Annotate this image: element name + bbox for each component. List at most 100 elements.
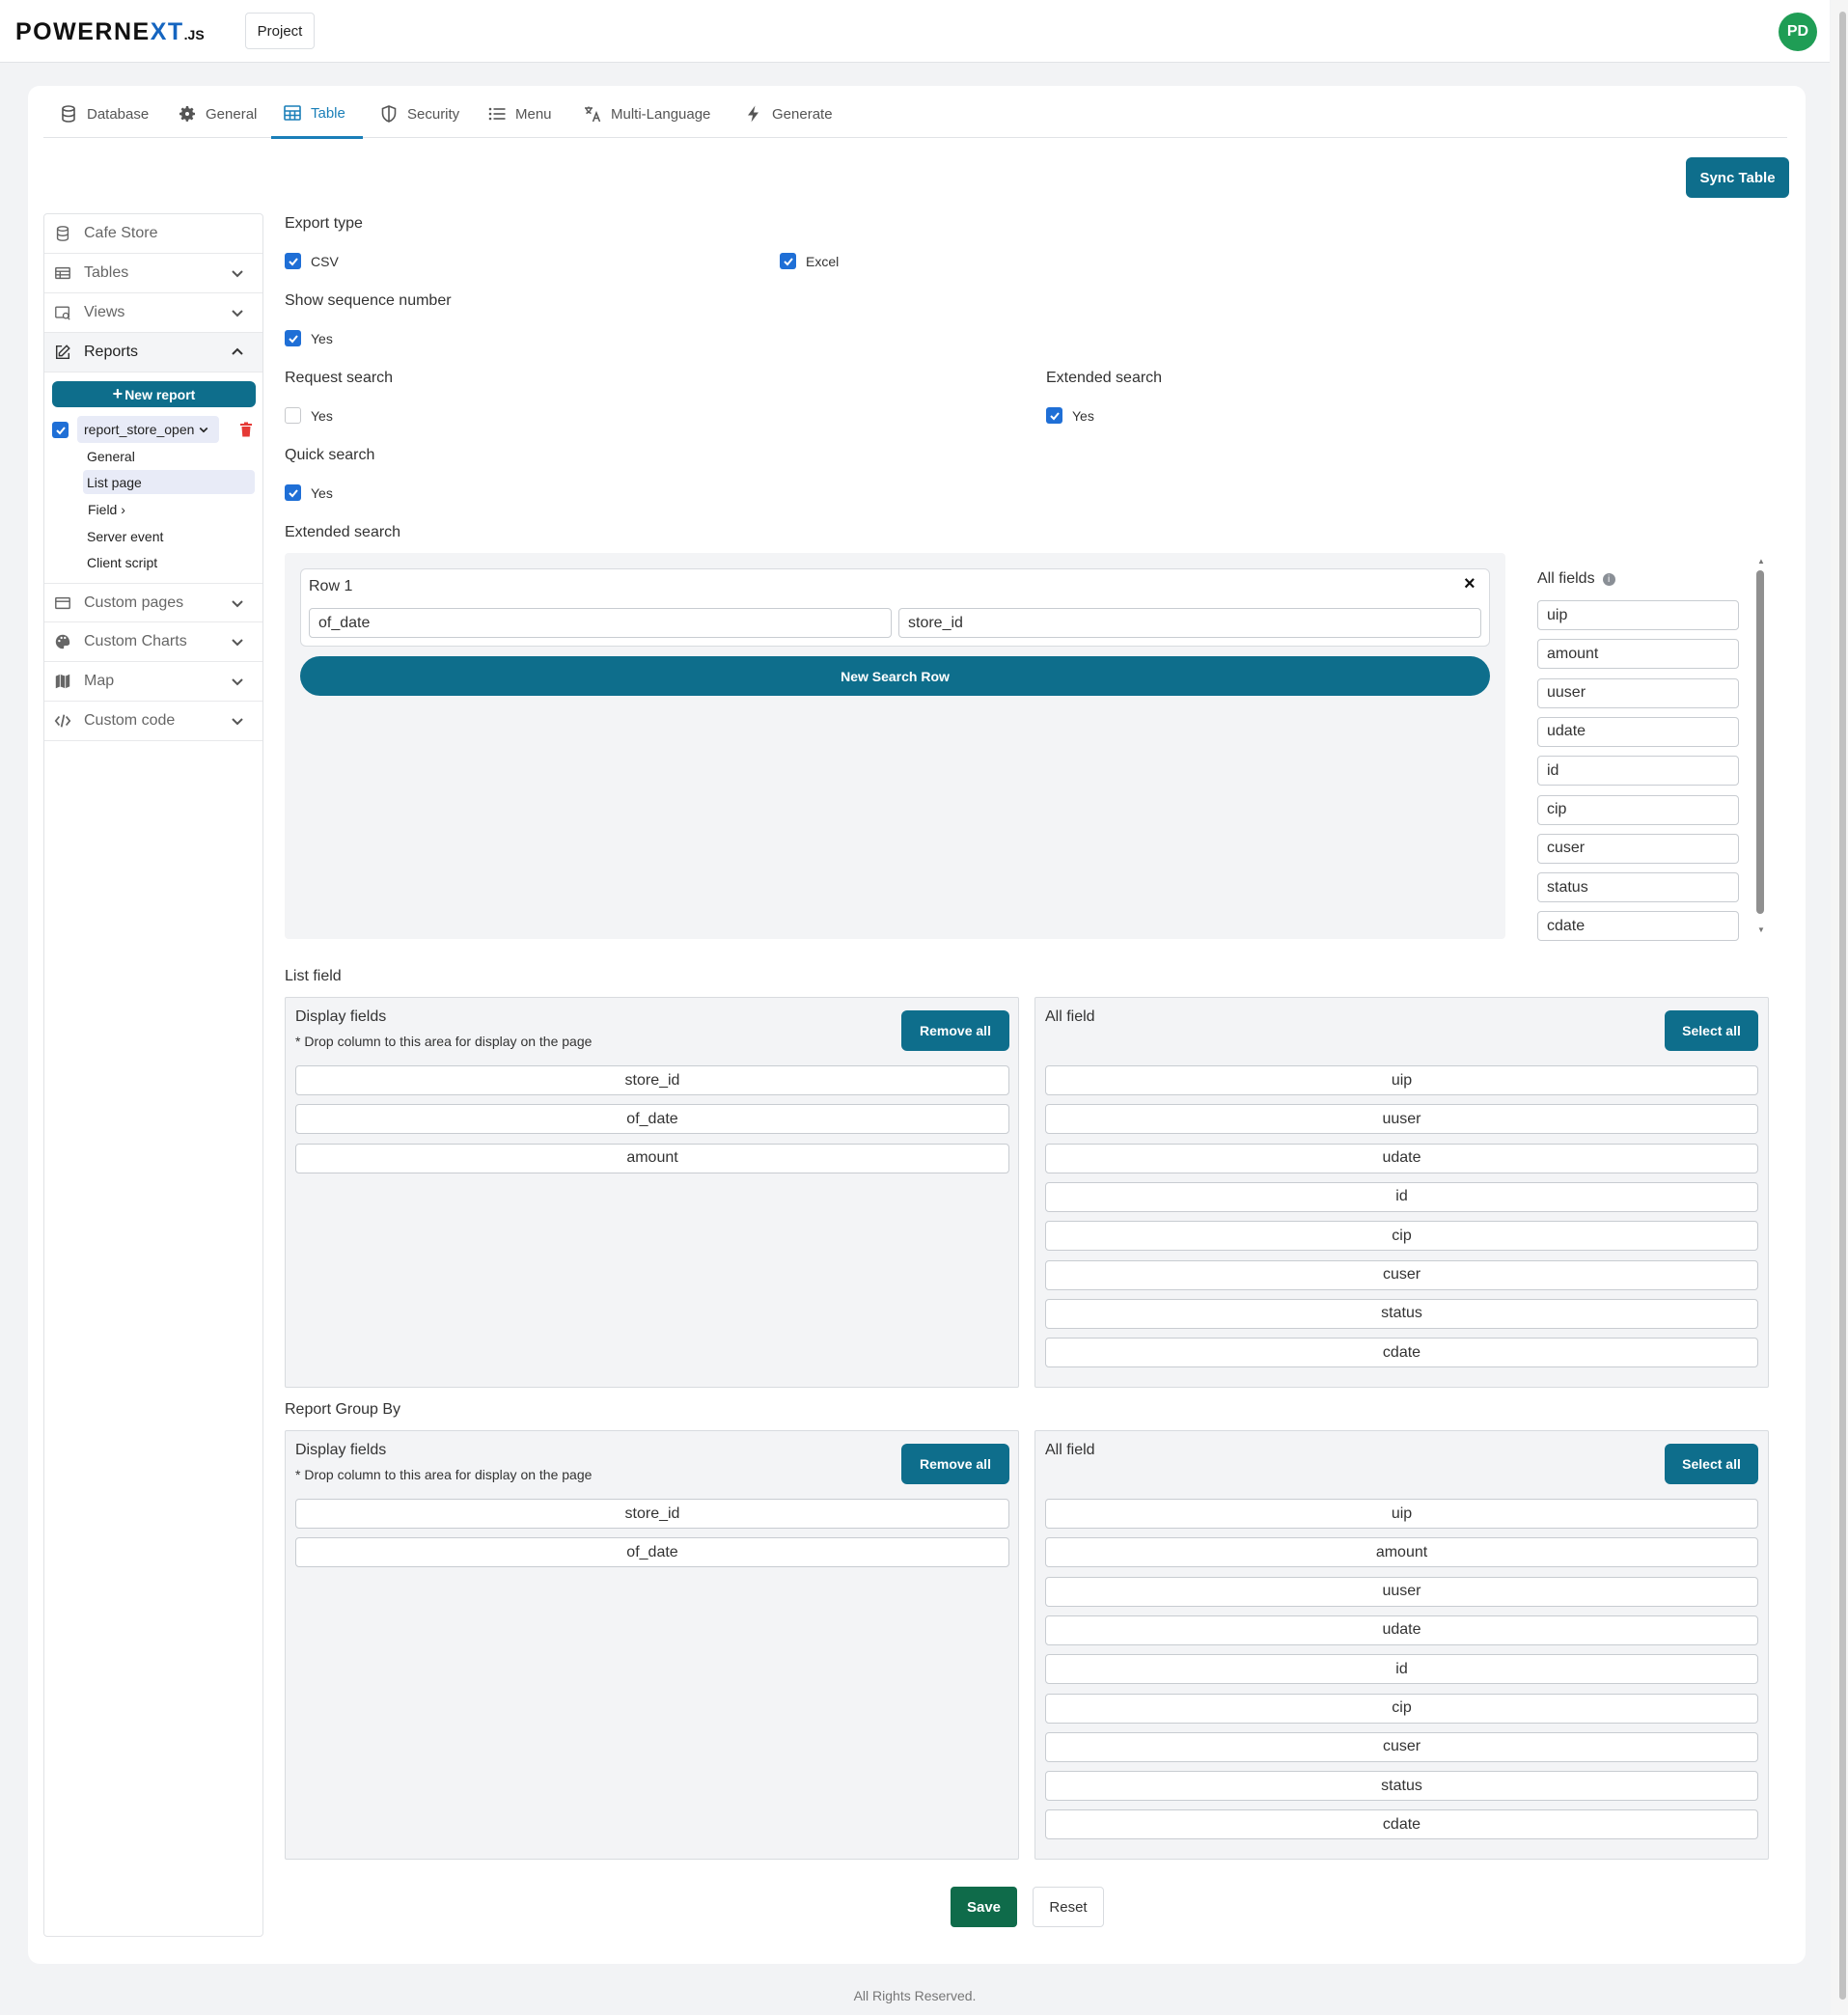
all-field-item[interactable]: cuser bbox=[1045, 1259, 1758, 1290]
checkbox[interactable] bbox=[1046, 407, 1062, 424]
all-field-item[interactable]: id bbox=[1045, 1181, 1758, 1212]
all-fields-item[interactable]: cuser bbox=[1537, 833, 1739, 864]
sidebar-item-label: Custom pages bbox=[84, 593, 184, 611]
all-field-item[interactable]: udate bbox=[1045, 1143, 1758, 1173]
tab-security[interactable]: Security bbox=[379, 90, 459, 138]
group-select-all-button[interactable]: Select all bbox=[1665, 1444, 1758, 1484]
display-field-item[interactable]: amount bbox=[295, 1143, 1009, 1173]
all-field-item[interactable]: status bbox=[1045, 1298, 1758, 1329]
sub-link-list-page[interactable]: List page bbox=[87, 475, 142, 490]
sync-table-button[interactable]: Sync Table bbox=[1686, 157, 1789, 198]
display-field-item[interactable]: of_date bbox=[295, 1104, 1009, 1135]
sidebar-item-custom-pages[interactable]: Custom pages bbox=[44, 583, 262, 622]
group-all-field-item[interactable]: uuser bbox=[1045, 1576, 1758, 1607]
sub-link-client-script[interactable]: Client script bbox=[87, 555, 157, 570]
option-label: Yes bbox=[311, 484, 333, 501]
group-remove-all-button[interactable]: Remove all bbox=[901, 1444, 1009, 1484]
search-row-field[interactable]: of_date bbox=[309, 608, 892, 638]
sidebar-item-tables[interactable]: Tables bbox=[44, 254, 262, 293]
close-icon[interactable]: × bbox=[1464, 573, 1476, 595]
save-button[interactable]: Save bbox=[951, 1887, 1017, 1927]
tab-table[interactable]: Table bbox=[271, 90, 363, 139]
all-fields-item[interactable]: status bbox=[1537, 872, 1739, 903]
bolt-icon bbox=[748, 105, 759, 123]
all-field-item[interactable]: cip bbox=[1045, 1221, 1758, 1252]
all-field-item[interactable]: uuser bbox=[1045, 1104, 1758, 1135]
logo[interactable]: POWERNEXT.JS bbox=[15, 18, 205, 46]
all-fields-item[interactable]: cdate bbox=[1537, 911, 1739, 941]
group-display-field-item[interactable]: store_id bbox=[295, 1499, 1009, 1529]
option-label: CSV bbox=[311, 253, 339, 269]
tab-general[interactable]: General bbox=[178, 90, 257, 138]
display-fields-box[interactable] bbox=[285, 997, 1019, 1388]
project-button[interactable]: Project bbox=[245, 13, 315, 49]
new-search-row-button[interactable]: New Search Row bbox=[300, 656, 1490, 696]
tab-label: Menu bbox=[515, 105, 552, 123]
tab-database[interactable]: Database bbox=[59, 90, 149, 138]
show-sequence-option[interactable]: Yes bbox=[285, 330, 333, 346]
checkbox[interactable] bbox=[285, 484, 301, 501]
sidebar-item-map[interactable]: Map bbox=[44, 662, 262, 702]
reset-button[interactable]: Reset bbox=[1033, 1887, 1104, 1927]
all-fields-item[interactable]: udate bbox=[1537, 716, 1739, 747]
group-all-field-item[interactable]: amount bbox=[1045, 1537, 1758, 1568]
group-display-fields-box[interactable] bbox=[285, 1430, 1019, 1860]
group-display-field-item[interactable]: of_date bbox=[295, 1537, 1009, 1568]
all-field-item[interactable]: cdate bbox=[1045, 1338, 1758, 1368]
quick-search-option[interactable]: Yes bbox=[285, 484, 333, 501]
sub-link-field[interactable]: Field › bbox=[88, 502, 125, 517]
checkbox[interactable] bbox=[285, 407, 301, 424]
scroll-up-icon[interactable]: ▲ bbox=[1757, 557, 1765, 566]
report-selector[interactable]: report_store_open bbox=[77, 416, 219, 443]
scroll-down-icon[interactable]: ▼ bbox=[1757, 925, 1765, 934]
group-all-field-item[interactable]: cdate bbox=[1045, 1809, 1758, 1840]
all-fields-item[interactable]: uip bbox=[1537, 600, 1739, 630]
tab-generate[interactable]: Generate bbox=[744, 90, 833, 138]
all-fields-item[interactable]: uuser bbox=[1537, 677, 1739, 708]
group-all-field-item[interactable]: uip bbox=[1045, 1499, 1758, 1529]
group-all-field-item[interactable]: udate bbox=[1045, 1615, 1758, 1645]
group-all-field-item[interactable]: status bbox=[1045, 1771, 1758, 1802]
checkbox[interactable] bbox=[780, 253, 796, 269]
trash-icon[interactable] bbox=[239, 422, 253, 437]
chevron-down-icon bbox=[232, 639, 243, 647]
checkbox[interactable] bbox=[285, 253, 301, 269]
database-icon bbox=[56, 226, 69, 241]
export-excel-option[interactable]: Excel bbox=[780, 253, 839, 269]
sidebar-item-custom-code[interactable]: Custom code bbox=[44, 702, 262, 741]
all-fields-scrollbar[interactable]: ▲ ▼ bbox=[1753, 555, 1767, 941]
sub-link-server-event[interactable]: Server event bbox=[87, 529, 163, 544]
group-all-field-item[interactable]: cuser bbox=[1045, 1731, 1758, 1762]
new-report-button[interactable]: + New report bbox=[52, 381, 256, 407]
tab-multi-language[interactable]: Multi-Language bbox=[583, 90, 710, 138]
extended-search-section-title: Extended search bbox=[285, 524, 401, 540]
tab-menu[interactable]: Menu bbox=[487, 90, 552, 138]
extended-search-option[interactable]: Yes bbox=[1046, 407, 1094, 424]
option-label: Yes bbox=[1072, 407, 1094, 424]
checkbox[interactable] bbox=[285, 330, 301, 346]
scrollbar-thumb[interactable] bbox=[1839, 12, 1846, 2000]
all-fields-item[interactable]: cip bbox=[1537, 794, 1739, 825]
all-field-item[interactable]: uip bbox=[1045, 1065, 1758, 1095]
sidebar-item-reports[interactable]: Reports bbox=[44, 333, 262, 373]
avatar[interactable]: PD bbox=[1779, 13, 1817, 51]
group-all-field-item[interactable]: id bbox=[1045, 1654, 1758, 1685]
report-checkbox[interactable] bbox=[52, 422, 69, 438]
sidebar-item-cafe-store[interactable]: Cafe Store bbox=[44, 214, 262, 254]
request-search-label: Request search bbox=[285, 370, 394, 386]
request-search-option[interactable]: Yes bbox=[285, 407, 333, 424]
scrollbar-thumb[interactable] bbox=[1756, 570, 1764, 914]
sidebar-item-label: Custom Charts bbox=[84, 633, 187, 649]
select-all-button[interactable]: Select all bbox=[1665, 1010, 1758, 1051]
remove-all-button[interactable]: Remove all bbox=[901, 1010, 1009, 1051]
group-all-field-item[interactable]: cip bbox=[1045, 1693, 1758, 1724]
display-field-item[interactable]: store_id bbox=[295, 1065, 1009, 1095]
sidebar-item-custom-charts[interactable]: Custom Charts bbox=[44, 622, 262, 662]
sub-link-general[interactable]: General bbox=[87, 449, 135, 464]
all-fields-item[interactable]: amount bbox=[1537, 639, 1739, 670]
export-csv-option[interactable]: CSV bbox=[285, 253, 339, 269]
search-row-field[interactable]: store_id bbox=[898, 608, 1481, 638]
sidebar-item-views[interactable]: Views bbox=[44, 293, 262, 333]
all-fields-item[interactable]: id bbox=[1537, 756, 1739, 787]
translate-icon bbox=[585, 106, 601, 123]
